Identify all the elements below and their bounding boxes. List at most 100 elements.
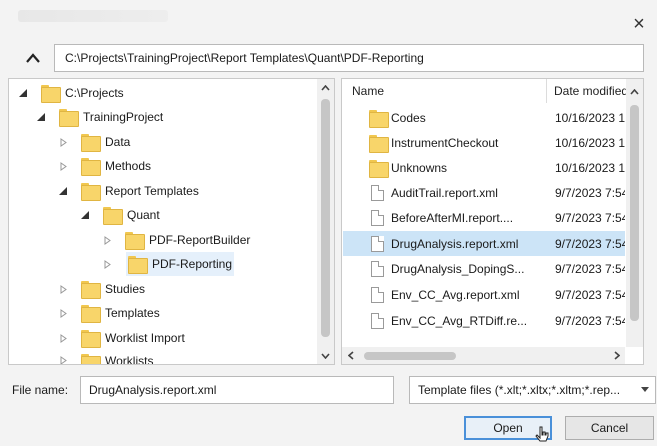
blurred-title bbox=[18, 10, 168, 22]
tree-item-quant[interactable]: Quant bbox=[79, 203, 317, 227]
file-name: Env_CC_Avg.report.xml bbox=[391, 287, 520, 302]
folder-icon bbox=[81, 281, 101, 299]
tree-item-label: Worklists bbox=[105, 354, 154, 365]
scroll-right-icon[interactable] bbox=[608, 347, 625, 364]
list-vertical-scrollbar[interactable] bbox=[626, 79, 643, 347]
collapsed-arrow-icon[interactable] bbox=[57, 307, 69, 319]
collapsed-arrow-icon[interactable] bbox=[57, 332, 69, 344]
close-icon[interactable]: × bbox=[629, 13, 649, 35]
tree-item-label: Report Templates bbox=[105, 184, 199, 198]
file-name: DrugAnalysis.report.xml bbox=[391, 236, 519, 251]
collapsed-arrow-icon[interactable] bbox=[57, 136, 69, 148]
column-header-date-modified[interactable]: Date modified bbox=[554, 79, 634, 103]
tree-item-label: PDF-Reporting bbox=[152, 257, 233, 271]
collapsed-arrow-icon[interactable] bbox=[57, 160, 69, 172]
column-divider[interactable] bbox=[546, 79, 547, 103]
file-row-codes[interactable]: Codes 10/16/2023 12:3 bbox=[343, 105, 625, 130]
scroll-thumb[interactable] bbox=[630, 105, 639, 321]
expanded-arrow-icon[interactable] bbox=[79, 209, 91, 221]
file-row-env-cc-avg-rtdiff[interactable]: Env_CC_Avg_RTDiff.re... 9/7/2023 7:54:1 bbox=[343, 308, 625, 333]
tree-vertical-scrollbar[interactable] bbox=[317, 79, 334, 364]
folder-icon bbox=[81, 183, 101, 201]
cancel-button[interactable]: Cancel bbox=[565, 416, 654, 440]
collapsed-arrow-icon[interactable] bbox=[57, 354, 69, 364]
open-file-dialog: × C:\Projects\TrainingProject\Report Tem… bbox=[0, 0, 657, 446]
file-name: InstrumentCheckout bbox=[391, 135, 499, 150]
file-row-unknowns[interactable]: Unknowns 10/16/2023 12:3 bbox=[343, 155, 625, 180]
file-name: BeforeAfterMI.report.... bbox=[391, 210, 514, 225]
path-field[interactable]: C:\Projects\TrainingProject\Report Templ… bbox=[54, 44, 644, 72]
folder-icon bbox=[81, 305, 101, 323]
tree-item-label: Methods bbox=[105, 159, 152, 173]
file-date: 9/7/2023 7:54:1 bbox=[555, 287, 625, 302]
tree-item-pdf-reportbuilder[interactable]: PDF-ReportBuilder bbox=[101, 228, 317, 252]
scroll-thumb[interactable] bbox=[321, 99, 330, 337]
tree-item-trainingproject[interactable]: TrainingProject bbox=[35, 105, 317, 129]
tree-item-label: Studies bbox=[105, 282, 146, 296]
folder-icon bbox=[81, 134, 101, 152]
folder-icon bbox=[125, 232, 145, 250]
title-bar: × bbox=[0, 0, 657, 40]
tree-item-studies[interactable]: Studies bbox=[57, 277, 317, 301]
file-type-value: Template files (*.xlt;*.xltx;*.xltm;*.re… bbox=[418, 383, 621, 397]
expanded-arrow-icon[interactable] bbox=[35, 111, 47, 123]
file-name: Unknowns bbox=[391, 160, 448, 175]
document-icon bbox=[371, 235, 384, 252]
up-button[interactable] bbox=[18, 44, 48, 72]
tree-item-label: Worklist Import bbox=[105, 331, 185, 345]
tree-item-label: Templates bbox=[105, 306, 160, 320]
scroll-down-icon[interactable] bbox=[317, 347, 334, 364]
file-date: 9/7/2023 7:54:1 bbox=[555, 313, 625, 328]
file-date: 10/16/2023 12:3 bbox=[555, 135, 625, 150]
scroll-thumb[interactable] bbox=[364, 352, 456, 360]
tree-item-methods[interactable]: Methods bbox=[57, 154, 317, 178]
file-row-beforeaftermi[interactable]: BeforeAfterMI.report.... 9/7/2023 7:54:1 bbox=[343, 205, 625, 230]
tree-item-worklists[interactable]: Worklists bbox=[57, 350, 317, 365]
document-icon bbox=[371, 312, 384, 329]
tree-item-projects[interactable]: C:\Projects bbox=[17, 81, 317, 105]
folder-icon bbox=[81, 330, 101, 348]
scroll-up-icon[interactable] bbox=[626, 83, 643, 100]
expanded-arrow-icon[interactable] bbox=[17, 87, 29, 99]
document-icon bbox=[371, 209, 384, 226]
folder-icon bbox=[128, 256, 148, 274]
file-row-druganalysis-doping[interactable]: DrugAnalysis_DopingS... 9/7/2023 7:54:1 bbox=[343, 256, 625, 281]
folder-icon bbox=[103, 207, 123, 225]
list-horizontal-scrollbar[interactable] bbox=[342, 347, 625, 364]
mouse-cursor-icon bbox=[535, 426, 549, 442]
file-row-audittrail[interactable]: AuditTrail.report.xml 9/7/2023 7:54:1 bbox=[343, 180, 625, 205]
file-row-druganalysis[interactable]: DrugAnalysis.report.xml 9/7/2023 7:54:1 bbox=[343, 231, 625, 256]
folder-icon bbox=[369, 134, 389, 153]
file-name-label: File name: bbox=[12, 383, 69, 397]
file-list: Name Date modified Codes 10/16/2023 12:3… bbox=[341, 78, 644, 365]
file-type-dropdown[interactable]: Template files (*.xlt;*.xltx;*.xltm;*.re… bbox=[409, 376, 656, 404]
scroll-up-icon[interactable] bbox=[317, 79, 334, 96]
column-header-name[interactable]: Name bbox=[352, 79, 542, 103]
file-row-env-cc-avg[interactable]: Env_CC_Avg.report.xml 9/7/2023 7:54:1 bbox=[343, 282, 625, 307]
file-name: Env_CC_Avg_RTDiff.re... bbox=[391, 313, 528, 328]
file-date: 10/16/2023 12:3 bbox=[555, 160, 625, 175]
tree-item-label: C:\Projects bbox=[65, 86, 124, 100]
document-icon bbox=[371, 286, 384, 303]
file-row-instrumentcheckout[interactable]: InstrumentCheckout 10/16/2023 12:3 bbox=[343, 130, 625, 155]
tree-item-data[interactable]: Data bbox=[57, 130, 317, 154]
collapsed-arrow-icon[interactable] bbox=[57, 283, 69, 295]
file-date: 10/16/2023 12:3 bbox=[555, 110, 625, 125]
collapsed-arrow-icon[interactable] bbox=[101, 258, 113, 270]
tree-item-label: Quant bbox=[127, 208, 160, 222]
tree-item-label: PDF-ReportBuilder bbox=[149, 233, 251, 247]
tree-item-templates[interactable]: Templates bbox=[57, 301, 317, 325]
folder-tree: C:\Projects TrainingProject Data Methods… bbox=[8, 78, 335, 365]
tree-item-pdf-reporting-selected[interactable]: PDF-Reporting bbox=[126, 252, 234, 276]
file-name-input[interactable]: DrugAnalysis.report.xml bbox=[80, 376, 394, 404]
collapsed-arrow-icon[interactable] bbox=[101, 234, 113, 246]
document-icon bbox=[371, 184, 384, 201]
file-date: 9/7/2023 7:54:1 bbox=[555, 185, 625, 200]
expanded-arrow-icon[interactable] bbox=[57, 185, 69, 197]
tree-item-report-templates[interactable]: Report Templates bbox=[57, 179, 317, 203]
tree-item-worklist-import[interactable]: Worklist Import bbox=[57, 326, 317, 350]
file-date: 9/7/2023 7:54:1 bbox=[555, 261, 625, 276]
document-icon bbox=[371, 260, 384, 277]
scroll-left-icon[interactable] bbox=[342, 347, 359, 364]
folder-icon bbox=[81, 354, 101, 364]
